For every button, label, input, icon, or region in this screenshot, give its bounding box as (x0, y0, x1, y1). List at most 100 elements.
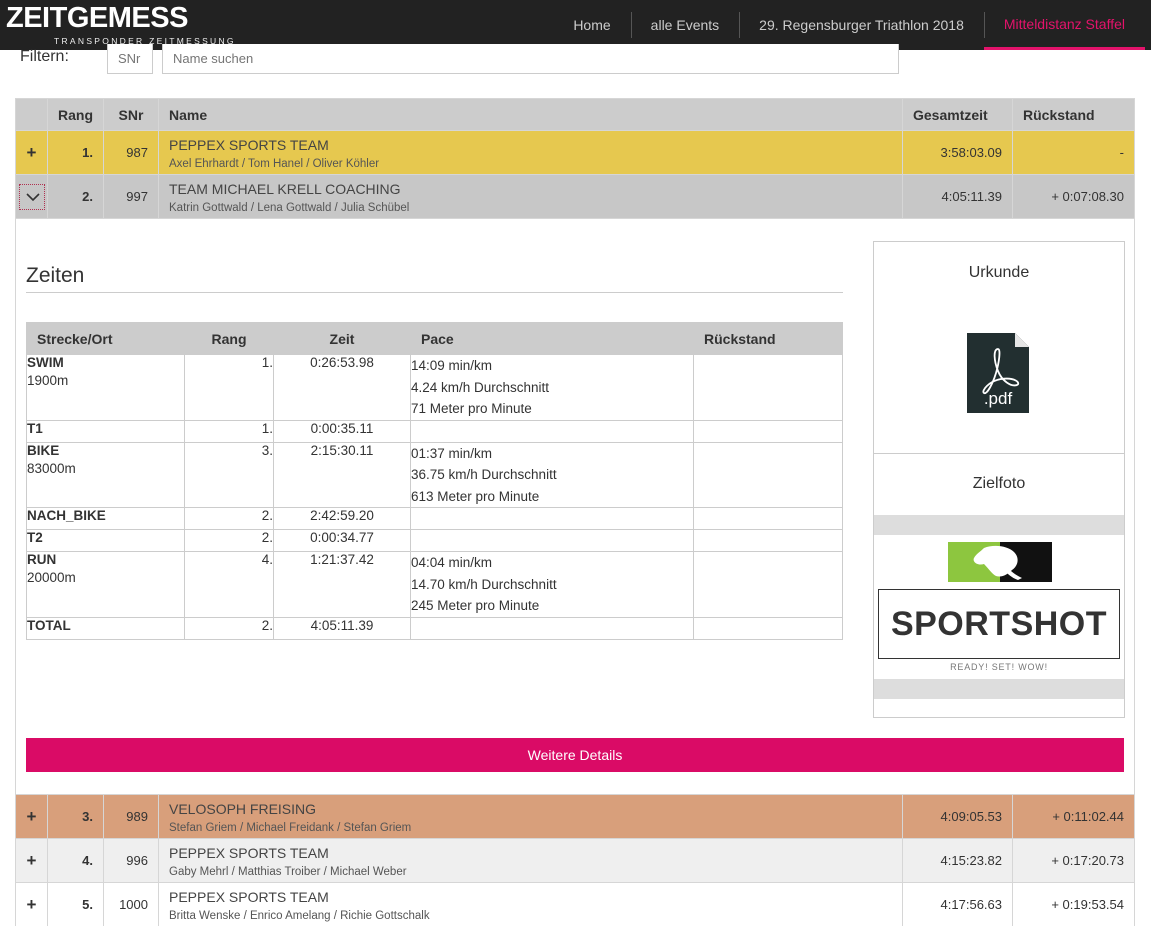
gap-cell: + 0:07:08.30 (1012, 174, 1135, 219)
split-time: 2:42:59.20 (273, 507, 411, 530)
split-name: RUN 20000m (26, 551, 185, 618)
nav-event[interactable]: 29. Regensburger Triathlon 2018 (739, 0, 984, 50)
split-gap (693, 354, 843, 421)
total-time-cell: 3:58:03.09 (902, 130, 1013, 175)
detail-panel: Zeiten Strecke/Ort Rang Zeit Pace Rückst… (16, 219, 1134, 794)
split-pace: 14:09 min/km 4.24 km/h Durchschnitt 71 M… (410, 354, 694, 421)
nav-mitteldistanz-staffel[interactable]: Mitteldistanz Staffel (983, 0, 1145, 50)
expand-button[interactable]: + (15, 130, 48, 175)
pace-min-km: 01:37 min/km (411, 445, 493, 461)
result-row-3[interactable]: + 3. 989 VELOSOPH FREISING Stefan Griem … (15, 794, 1135, 839)
team-members: Katrin Gottwald / Lena Gottwald / Julia … (169, 202, 410, 214)
split-name: T2 (26, 529, 185, 552)
team-members: Britta Wenske / Enrico Amelang / Richie … (169, 910, 430, 922)
result-row-5[interactable]: + 5. 1000 PEPPEX SPORTS TEAM Britta Wens… (15, 882, 1135, 926)
photo-bar-bottom (874, 679, 1124, 699)
zeitgemess-logo[interactable]: ZEITGEMESS TRANSPONDER ZEITMESSUNG (6, 2, 236, 48)
weitere-details-button[interactable]: Weitere Details (26, 738, 1124, 772)
snr-cell: 996 (103, 838, 159, 883)
top-navbar: ZEITGEMESS TRANSPONDER ZEITMESSUNG Home … (0, 0, 1151, 50)
column-header-rang[interactable]: Rang (47, 98, 104, 131)
snr-filter-input[interactable] (107, 44, 153, 74)
name-search-input[interactable] (162, 44, 899, 74)
name-cell: PEPPEX SPORTS TEAM Axel Ehrhardt / Tom H… (158, 130, 903, 175)
gap-cell: + 0:19:53.54 (1012, 882, 1135, 926)
result-row-4[interactable]: + 4. 996 PEPPEX SPORTS TEAM Gaby Mehrl /… (15, 838, 1135, 883)
split-pace (410, 529, 694, 552)
pace-m-min: 71 Meter pro Minute (411, 401, 532, 416)
sportshot-logo[interactable]: SPORTSHOT (878, 589, 1120, 659)
split-rank: 4. (184, 551, 274, 618)
snr-cell: 997 (103, 174, 159, 219)
split-name: SWIM 1900m (26, 354, 185, 421)
pace-kmh: 4.24 km/h Durchschnitt (411, 379, 550, 395)
column-header-rueckstand[interactable]: Rückstand (1012, 98, 1135, 131)
split-row-nach-bike: NACH_BIKE 2. 2:42:59.20 (26, 507, 843, 530)
split-distance: 83000m (27, 460, 76, 476)
filter-label: Filtern: (20, 48, 69, 65)
expand-button[interactable]: + (15, 838, 48, 883)
split-gap (693, 507, 843, 530)
name-cell: PEPPEX SPORTS TEAM Britta Wenske / Enric… (158, 882, 903, 926)
gap-cell: + 0:17:20.73 (1012, 838, 1135, 883)
sportshot-banner-image[interactable] (948, 542, 1052, 582)
pdf-icon[interactable]: .pdf (967, 333, 1029, 413)
split-row-run: RUN 20000m 4. 1:21:37.42 04:04 min/km 14… (26, 551, 843, 618)
split-row-t1: T1 1. 0:00:35.11 (26, 419, 843, 443)
total-time-cell: 4:15:23.82 (902, 838, 1013, 883)
split-name: NACH_BIKE (26, 507, 185, 530)
expand-button[interactable]: + (15, 794, 48, 839)
splits-header-strecke: Strecke/Ort (26, 322, 185, 355)
collapse-button[interactable] (15, 174, 48, 219)
team-name: VELOSOPH FREISING (169, 801, 317, 817)
split-gap (693, 419, 843, 443)
pace-min-km: 14:09 min/km (411, 358, 493, 373)
splits-header-zeit: Zeit (273, 322, 411, 355)
expand-button[interactable]: + (15, 882, 48, 926)
split-label: T1 (27, 420, 43, 436)
rank-cell: 2. (47, 174, 104, 219)
total-time-cell: 4:09:05.53 (902, 794, 1013, 839)
split-distance: 20000m (27, 570, 76, 585)
nav-alle-events[interactable]: alle Events (630, 0, 739, 50)
rank-cell: 4. (47, 838, 104, 883)
pace-m-min: 245 Meter pro Minute (411, 598, 540, 613)
detail-cell: Zeiten Strecke/Ort Rang Zeit Pace Rückst… (15, 218, 1135, 795)
result-row-2[interactable]: 2. 997 TEAM MICHAEL KRELL COACHING Katri… (15, 174, 1135, 219)
rank-cell: 3. (47, 794, 104, 839)
split-time: 0:00:35.11 (273, 419, 411, 443)
column-header-snr[interactable]: SNr (103, 98, 159, 131)
split-label: SWIM (27, 355, 64, 370)
column-header-gesamtzeit[interactable]: Gesamtzeit (902, 98, 1013, 131)
zeiten-heading: Zeiten (26, 264, 85, 287)
splits-header-pace: Pace (410, 322, 694, 355)
split-gap (693, 441, 843, 508)
zeiten-divider (26, 292, 843, 293)
split-pace (410, 507, 694, 530)
results-header-row: Rang SNr Name Gesamtzeit Rückstand (15, 98, 1135, 131)
chevron-down-icon[interactable] (18, 183, 45, 210)
pdf-label: .pdf (984, 389, 1013, 408)
main-nav: Home alle Events 29. Regensburger Triath… (553, 0, 1145, 50)
split-time: 4:05:11.39 (273, 616, 411, 640)
split-pace (410, 616, 694, 640)
team-name: PEPPEX SPORTS TEAM (169, 845, 329, 861)
rank-cell: 1. (47, 130, 104, 175)
split-label: TOTAL (27, 617, 71, 633)
team-members: Stefan Griem / Michael Freidank / Stefan… (169, 822, 412, 834)
split-distance: 1900m (27, 373, 69, 388)
nav-home[interactable]: Home (553, 0, 630, 50)
splits-header-row: Strecke/Ort Rang Zeit Pace Rückstand (26, 322, 843, 355)
split-pace (410, 419, 694, 443)
results-table: Rang SNr Name Gesamtzeit Rückstand + 1. … (15, 98, 1135, 926)
pace-kmh: 14.70 km/h Durchschnitt (411, 576, 557, 592)
team-members: Gaby Mehrl / Matthias Troiber / Michael … (169, 866, 407, 878)
result-row-1[interactable]: + 1. 987 PEPPEX SPORTS TEAM Axel Ehrhard… (15, 130, 1135, 175)
splits-table: Strecke/Ort Rang Zeit Pace Rückstand SWI… (26, 322, 843, 640)
column-header-name[interactable]: Name (158, 98, 903, 131)
pace-kmh: 36.75 km/h Durchschnitt (411, 467, 557, 482)
split-rank: 3. (184, 441, 274, 508)
split-name: BIKE 83000m (26, 441, 185, 508)
team-members: Axel Ehrhardt / Tom Hanel / Oliver Köhle… (169, 158, 380, 170)
split-label: NACH_BIKE (27, 508, 106, 523)
